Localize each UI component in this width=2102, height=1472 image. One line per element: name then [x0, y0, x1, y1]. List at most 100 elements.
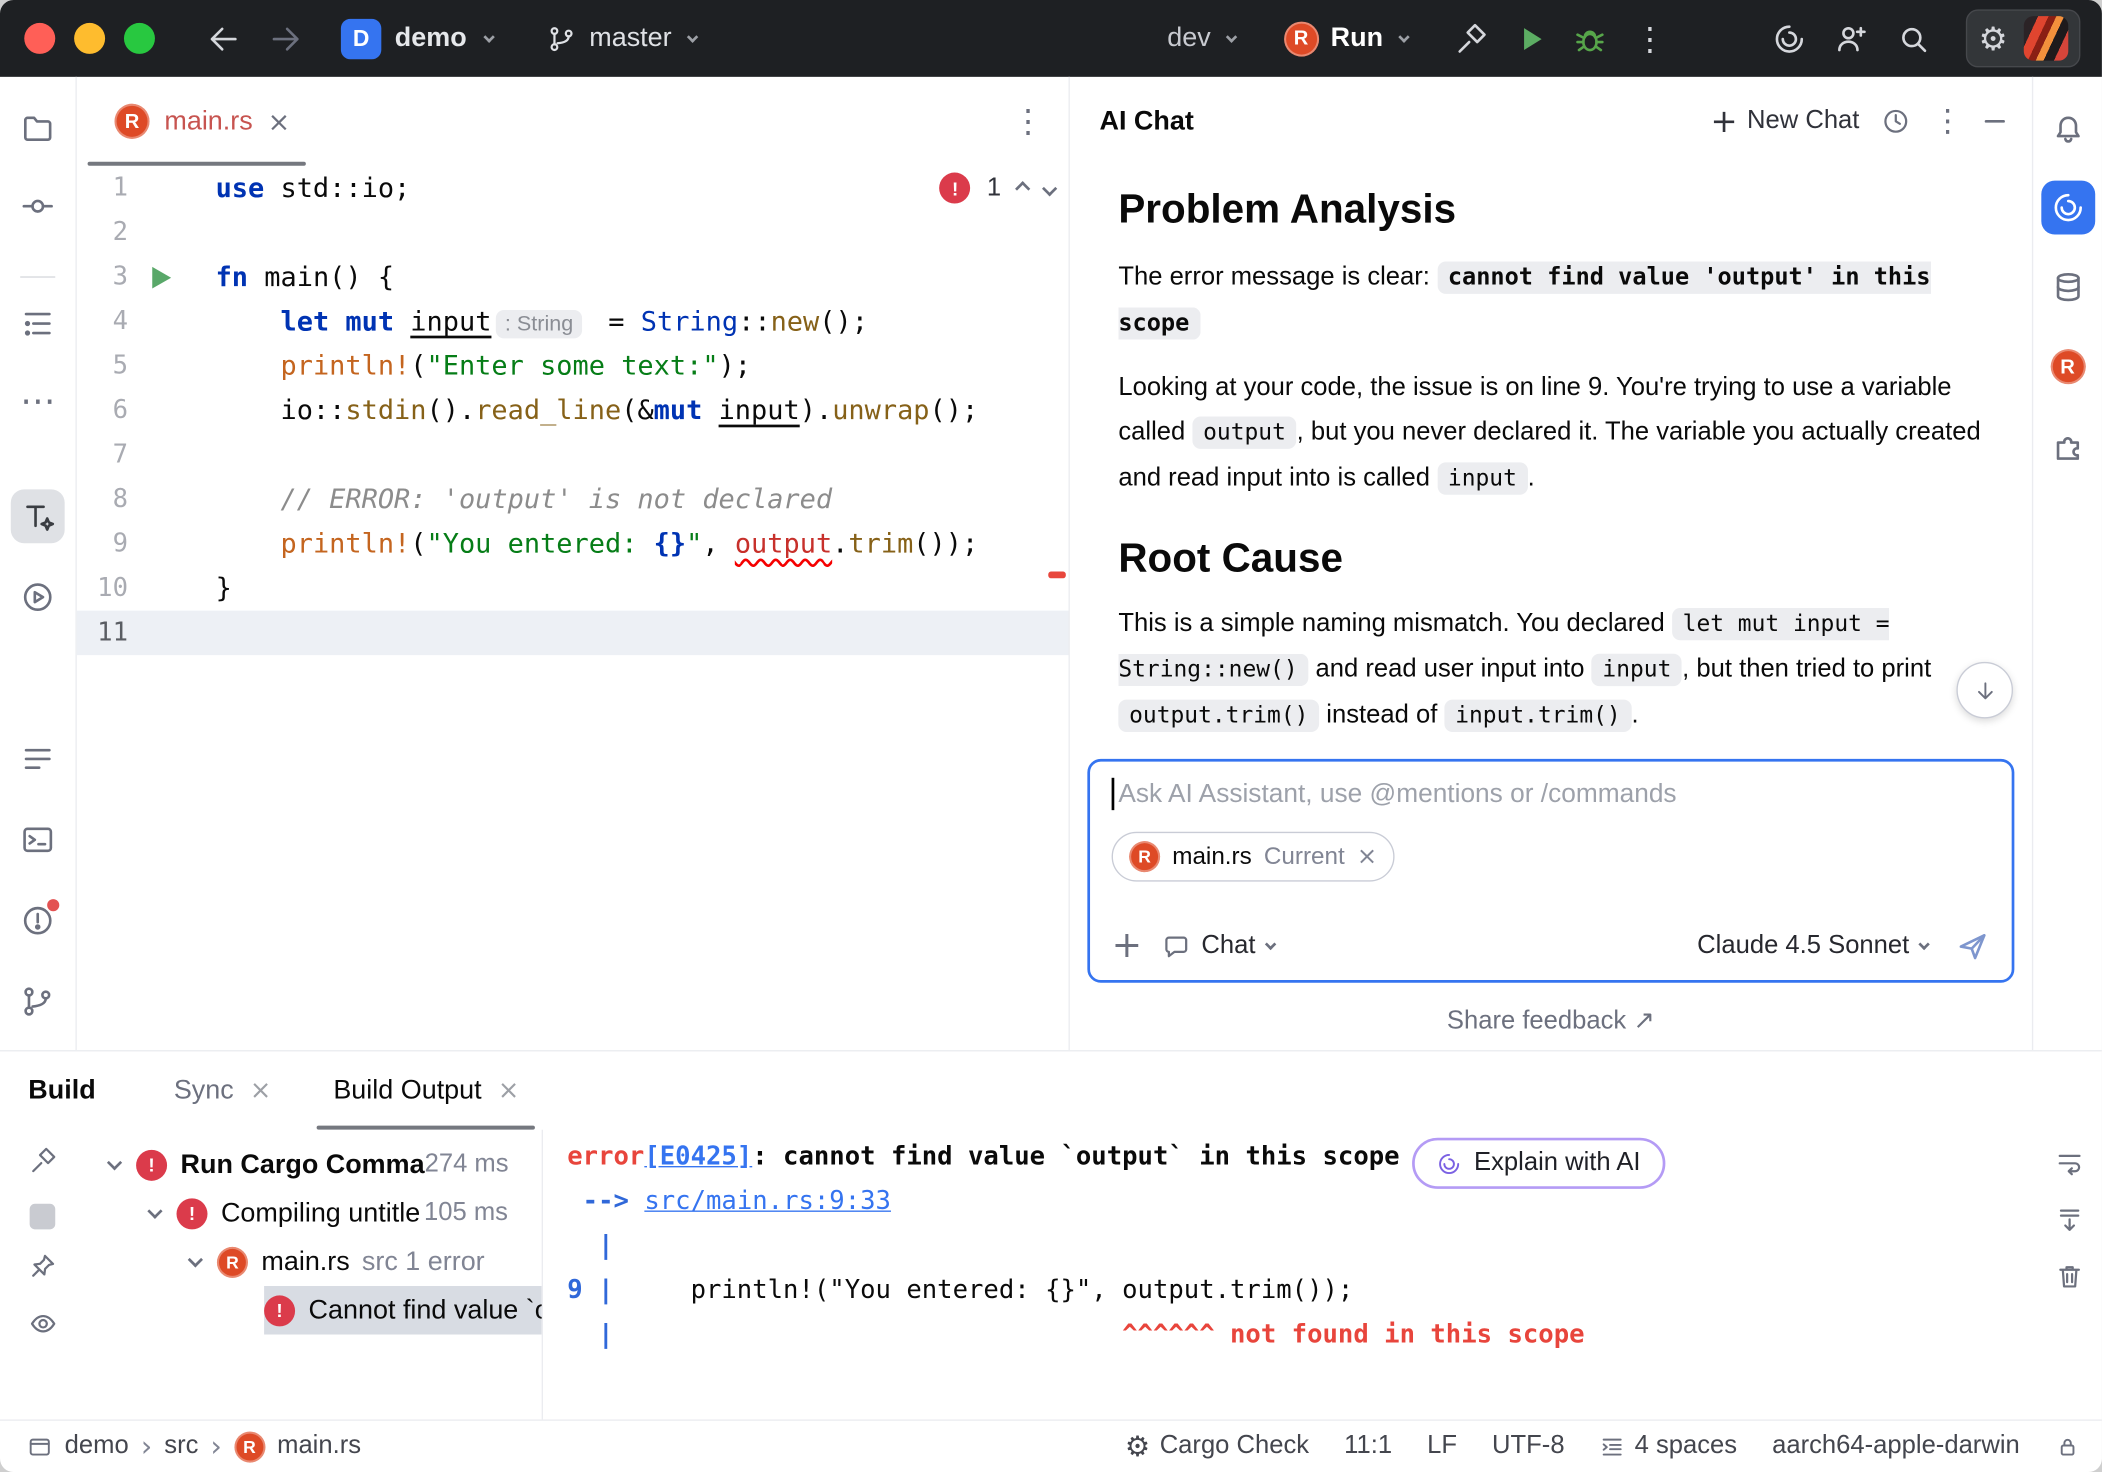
search-everywhere-icon[interactable] [1891, 16, 1937, 62]
editor-line[interactable]: 9 println!("You entered: {}", output.tri… [77, 522, 1069, 566]
new-chat-button[interactable]: + New Chat [1710, 105, 1859, 137]
attachment-chip[interactable]: R main.rs Current × [1112, 832, 1395, 882]
caret-position[interactable]: 11:1 [1344, 1432, 1392, 1462]
pin-icon[interactable] [28, 1251, 58, 1287]
model-selector[interactable]: Claude 4.5 Sonnet [1697, 931, 1928, 961]
build-tree-row[interactable]: !Compiling untitle105 ms [150, 1189, 542, 1238]
editor-body[interactable]: 1use std::io;23fn main() {4 let mut inpu… [77, 166, 1069, 1050]
remove-attachment-icon[interactable]: × [1357, 845, 1377, 869]
send-icon[interactable] [1955, 928, 1990, 963]
tab-options-kebab-icon[interactable]: ⋮ [1012, 105, 1044, 137]
project-widget[interactable]: D demo [341, 18, 494, 58]
close-icon[interactable]: × [268, 108, 291, 135]
user-avatar[interactable] [2024, 16, 2068, 60]
more-options-kebab-icon[interactable]: ⋮ [1627, 16, 1673, 62]
tab-sync[interactable]: Sync × [158, 1051, 288, 1129]
run-gutter-icon[interactable] [152, 267, 171, 289]
chat-paragraph: This is a simple naming mismatch. You de… [1118, 601, 1999, 738]
editor-line[interactable]: 6 io::stdin().read_line(&mut input).unwr… [77, 388, 1069, 432]
problems-icon[interactable] [11, 894, 65, 948]
close-window-button[interactable] [24, 23, 55, 54]
cargo-rust-icon[interactable]: R [2041, 340, 2095, 394]
ai-edit-icon[interactable] [11, 489, 65, 543]
debug-bug-icon[interactable] [1568, 16, 1614, 62]
macos-traffic-lights[interactable] [24, 23, 155, 54]
scroll-to-end-icon[interactable] [2055, 1205, 2085, 1241]
chevron-down-icon[interactable] [107, 1155, 122, 1170]
editor-line[interactable]: 4 let mut input: String = String::new(); [77, 299, 1069, 343]
editor-line[interactable]: 11 [77, 611, 1069, 655]
notifications-bell-icon[interactable] [2041, 101, 2095, 155]
scrollbar-error-mark[interactable] [1048, 572, 1066, 579]
hide-panel-icon[interactable] [1985, 120, 2005, 123]
rerun-hammer-icon[interactable] [28, 1146, 58, 1182]
line-ending[interactable]: LF [1427, 1432, 1457, 1462]
tab-build-output[interactable]: Build Output × [317, 1051, 535, 1129]
next-error-icon[interactable] [1042, 180, 1057, 195]
encoding[interactable]: UTF-8 [1492, 1432, 1565, 1462]
terminal-icon[interactable] [11, 813, 65, 867]
editor-line[interactable]: 7 [77, 433, 1069, 477]
tab-main-rs[interactable]: R main.rs × [77, 77, 317, 166]
minimize-window-button[interactable] [74, 23, 105, 54]
build-tree-row[interactable]: !Cannot find value `o [264, 1286, 542, 1335]
chat-input-box[interactable]: Ask AI Assistant, use @mentions or /comm… [1087, 759, 2014, 983]
ai-chat-icon[interactable] [2041, 181, 2095, 235]
maximize-window-button[interactable] [124, 23, 155, 54]
todo-lines-icon[interactable] [11, 732, 65, 786]
project-folder-icon[interactable] [11, 101, 65, 155]
code-with-me-icon[interactable] [1829, 16, 1875, 62]
database-icon[interactable] [2041, 260, 2095, 314]
lock-icon[interactable] [2055, 1434, 2081, 1460]
cargo-check-widget[interactable]: ⚙ Cargo Check [1125, 1432, 1309, 1462]
clear-trash-icon[interactable] [2055, 1262, 2085, 1298]
editor-line[interactable]: 8 // ERROR: 'output' is not declared [77, 477, 1069, 521]
editor-line[interactable]: 10} [77, 566, 1069, 610]
ai-assistant-icon[interactable] [1767, 16, 1813, 62]
build-hammer-icon[interactable] [1449, 16, 1495, 62]
run-widget[interactable]: R Run [1284, 21, 1409, 56]
editor-line[interactable]: 2 [77, 210, 1069, 254]
indent-setting[interactable]: 4 spaces [1600, 1432, 1737, 1462]
soft-wrap-icon[interactable] [2055, 1148, 2085, 1184]
commit-icon[interactable] [11, 179, 65, 233]
settings-gear-icon[interactable]: ⚙ [1979, 22, 2008, 54]
chat-options-kebab-icon[interactable]: ⋮ [1932, 106, 1963, 137]
stop-icon[interactable] [30, 1204, 56, 1230]
services-icon[interactable] [11, 570, 65, 624]
chevron-down-icon[interactable] [188, 1252, 203, 1267]
scroll-to-bottom-button[interactable] [1956, 662, 2013, 719]
chat-history-icon[interactable] [1881, 106, 1911, 136]
editor-line[interactable]: 3fn main() { [77, 255, 1069, 299]
build-tree-row[interactable]: !Run Cargo Comma274 ms [109, 1140, 542, 1189]
close-icon[interactable]: × [498, 1078, 519, 1104]
close-icon[interactable]: × [250, 1078, 271, 1104]
chat-mode-selector[interactable]: Chat [1161, 931, 1274, 961]
previous-error-icon[interactable] [1015, 180, 1030, 195]
explain-with-ai-button[interactable]: Explain with AI [1412, 1138, 1665, 1189]
breadcrumb-dir[interactable]: src [164, 1432, 198, 1462]
run-tool-window-icon[interactable] [11, 651, 65, 705]
vcs-branch-widget[interactable]: master [548, 23, 698, 54]
chevron-down-icon[interactable] [147, 1204, 162, 1219]
more-tool-windows-icon[interactable]: ⋯ [11, 375, 65, 429]
add-attachment-icon[interactable]: + [1112, 927, 1142, 963]
dependencies-puzzle-icon[interactable] [2041, 419, 2095, 473]
share-feedback-link[interactable]: Share feedback ↗ [1447, 1005, 1655, 1036]
git-branch-icon[interactable] [11, 975, 65, 1029]
build-console[interactable]: error[E0425]: cannot find value `output`… [543, 1130, 2037, 1420]
breadcrumb-file[interactable]: main.rs [277, 1432, 361, 1462]
editor-line[interactable]: 1use std::io; [77, 166, 1069, 210]
chat-messages[interactable]: Problem Analysis The error message is cl… [1070, 166, 2032, 759]
target-triple[interactable]: aarch64-apple-darwin [1772, 1432, 2020, 1462]
preview-eye-icon[interactable] [28, 1309, 58, 1345]
breadcrumb-separator: › [211, 1432, 222, 1460]
breadcrumb-project[interactable]: demo [65, 1432, 129, 1462]
run-play-icon[interactable] [1508, 16, 1554, 62]
run-configuration-selector[interactable]: dev [1167, 23, 1235, 54]
forward-icon[interactable] [263, 16, 309, 62]
back-icon[interactable] [201, 16, 247, 62]
editor-line[interactable]: 5 println!("Enter some text:"); [77, 344, 1069, 388]
build-tree-row[interactable]: Rmain.rssrc 1 error [190, 1237, 542, 1286]
structure-icon[interactable] [11, 297, 65, 351]
